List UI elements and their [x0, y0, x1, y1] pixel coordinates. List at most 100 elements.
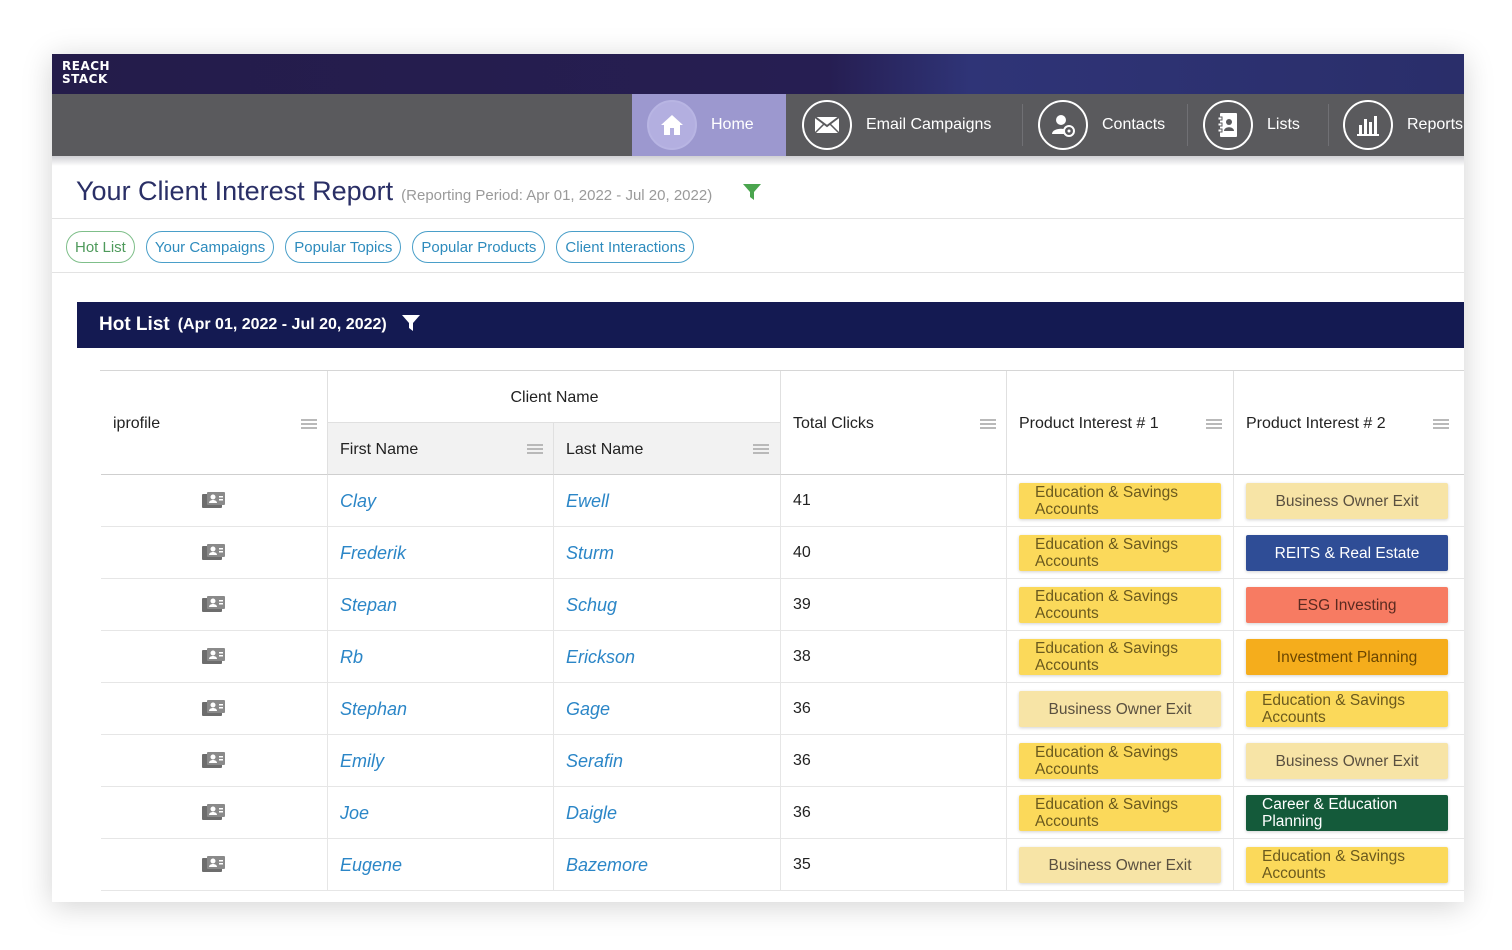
main-nav: Home Email Campaigns Contacts Lists Repo… — [52, 94, 1464, 156]
table-row[interactable]: Eugene Bazemore 35 Business Owner Exit E… — [101, 839, 1464, 891]
product-tag[interactable]: Investment Planning — [1246, 639, 1448, 675]
product-tag[interactable]: Education & Savings Accounts — [1019, 743, 1221, 779]
last-name-link[interactable]: Bazemore — [554, 855, 648, 876]
table-row[interactable]: Clay Ewell 41 Education & Savings Accoun… — [101, 475, 1464, 527]
product-tag[interactable]: Education & Savings Accounts — [1019, 587, 1221, 623]
reachstack-logo[interactable]: REACH STACK — [62, 60, 110, 86]
profile-card-icon[interactable] — [201, 492, 227, 510]
table-row[interactable]: Stepan Schug 39 Education & Savings Acco… — [101, 579, 1464, 631]
iprofile-cell — [101, 735, 328, 787]
divider — [52, 218, 1464, 219]
first-name-link[interactable]: Stephan — [328, 699, 407, 720]
total-clicks-cell: 36 — [781, 735, 1007, 787]
profile-card-icon[interactable] — [201, 700, 227, 718]
nav-item-home[interactable]: Home — [632, 94, 786, 156]
last-name-cell: Schug — [554, 579, 781, 631]
product-tag[interactable]: Education & Savings Accounts — [1019, 795, 1221, 831]
first-name-link[interactable]: Eugene — [328, 855, 402, 876]
product-tag[interactable]: Business Owner Exit — [1246, 483, 1448, 519]
product-tag[interactable]: Education & Savings Accounts — [1246, 691, 1448, 727]
column-header-iprofile[interactable]: iprofile — [101, 371, 328, 475]
profile-card-icon[interactable] — [201, 648, 227, 666]
last-name-cell: Erickson — [554, 631, 781, 683]
nav-item-contacts[interactable]: Contacts — [1038, 94, 1165, 156]
last-name-link[interactable]: Gage — [554, 699, 610, 720]
last-name-link[interactable]: Schug — [554, 595, 617, 616]
contact-user-icon — [1038, 100, 1088, 150]
product-tag[interactable]: Business Owner Exit — [1246, 743, 1448, 779]
column-menu-icon[interactable] — [1433, 419, 1449, 429]
tab-your-campaigns[interactable]: Your Campaigns — [145, 231, 275, 263]
nav-item-reports[interactable]: Reports — [1343, 94, 1463, 156]
nav-label-home: Home — [711, 116, 754, 133]
nav-divider — [1022, 104, 1023, 146]
page-title: Your Client Interest Report — [76, 176, 394, 206]
column-menu-icon[interactable] — [753, 444, 769, 454]
column-menu-icon[interactable] — [980, 419, 996, 429]
tab-popular-topics[interactable]: Popular Topics — [285, 231, 402, 263]
column-header-total-clicks[interactable]: Total Clicks — [781, 371, 1007, 475]
filter-icon[interactable] — [401, 313, 421, 338]
first-name-link[interactable]: Frederik — [328, 543, 406, 564]
first-name-cell: Joe — [328, 787, 554, 839]
table-row[interactable]: Stephan Gage 36 Business Owner Exit Educ… — [101, 683, 1464, 735]
product-tag[interactable]: Education & Savings Accounts — [1019, 639, 1221, 675]
hot-list-title: Hot List — [99, 314, 170, 335]
first-name-link[interactable]: Rb — [328, 647, 363, 668]
column-group-label: Client Name — [510, 389, 599, 406]
profile-card-icon[interactable] — [201, 596, 227, 614]
last-name-link[interactable]: Sturm — [554, 543, 614, 564]
column-menu-icon[interactable] — [1206, 419, 1222, 429]
column-header-first-name[interactable]: First Name — [328, 423, 554, 475]
profile-card-icon[interactable] — [201, 752, 227, 770]
last-name-link[interactable]: Ewell — [554, 491, 609, 512]
tab-client-interactions[interactable]: Client Interactions — [556, 231, 695, 263]
product-interest-1-cell: Education & Savings Accounts — [1007, 475, 1234, 527]
column-menu-icon[interactable] — [301, 419, 317, 429]
total-clicks-cell: 40 — [781, 527, 1007, 579]
nav-item-email-campaigns[interactable]: Email Campaigns — [802, 94, 991, 156]
nav-item-lists[interactable]: Lists — [1203, 94, 1300, 156]
table-row[interactable]: Frederik Sturm 40 Education & Savings Ac… — [101, 527, 1464, 579]
column-header-product-interest-1[interactable]: Product Interest # 1 — [1007, 371, 1234, 475]
first-name-link[interactable]: Emily — [328, 751, 384, 772]
bar-chart-icon — [1343, 100, 1393, 150]
hot-list-table: iprofile Client Name First Name Last Nam… — [100, 370, 1464, 891]
product-tag[interactable]: Education & Savings Accounts — [1019, 483, 1221, 519]
product-tag[interactable]: Career & Education Planning — [1246, 795, 1448, 831]
table-row[interactable]: Emily Serafin 36 Education & Savings Acc… — [101, 735, 1464, 787]
table-row[interactable]: Joe Daigle 36 Education & Savings Accoun… — [101, 787, 1464, 839]
column-label: Total Clicks — [793, 415, 874, 432]
product-tag[interactable]: Education & Savings Accounts — [1019, 535, 1221, 571]
column-menu-icon[interactable] — [527, 444, 543, 454]
profile-card-icon[interactable] — [201, 804, 227, 822]
first-name-link[interactable]: Clay — [328, 491, 376, 512]
profile-card-icon[interactable] — [201, 856, 227, 874]
product-tag[interactable]: Business Owner Exit — [1019, 691, 1221, 727]
product-tag[interactable]: Business Owner Exit — [1019, 847, 1221, 883]
nav-divider — [1187, 104, 1188, 146]
total-clicks-cell: 35 — [781, 839, 1007, 891]
home-icon — [647, 100, 697, 150]
column-header-last-name[interactable]: Last Name — [554, 423, 781, 475]
last-name-link[interactable]: Erickson — [554, 647, 635, 668]
last-name-link[interactable]: Serafin — [554, 751, 623, 772]
tab-hot-list[interactable]: Hot List — [66, 231, 135, 263]
product-interest-1-cell: Education & Savings Accounts — [1007, 631, 1234, 683]
table-row[interactable]: Rb Erickson 38 Education & Savings Accou… — [101, 631, 1464, 683]
tab-popular-products[interactable]: Popular Products — [412, 231, 546, 263]
product-interest-2-cell: Investment Planning — [1234, 631, 1464, 683]
first-name-link[interactable]: Stepan — [328, 595, 397, 616]
product-tag[interactable]: Education & Savings Accounts — [1246, 847, 1448, 883]
product-tag[interactable]: REITS & Real Estate — [1246, 535, 1448, 571]
total-clicks-value: 41 — [793, 492, 811, 509]
total-clicks-cell: 36 — [781, 683, 1007, 735]
first-name-link[interactable]: Joe — [328, 803, 369, 824]
filter-icon[interactable] — [742, 182, 762, 207]
product-interest-2-cell: Business Owner Exit — [1234, 475, 1464, 527]
profile-card-icon[interactable] — [201, 544, 227, 562]
column-header-product-interest-2[interactable]: Product Interest # 2 — [1234, 371, 1464, 475]
iprofile-cell — [101, 527, 328, 579]
product-tag[interactable]: ESG Investing — [1246, 587, 1448, 623]
last-name-link[interactable]: Daigle — [554, 803, 617, 824]
